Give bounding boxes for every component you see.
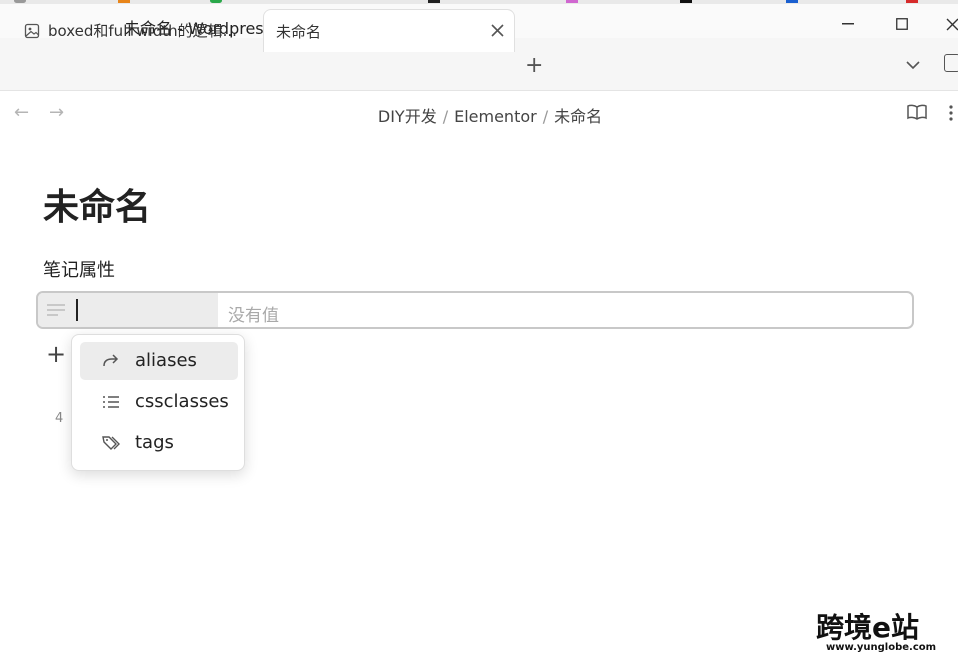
- close-window-button[interactable]: [932, 10, 958, 38]
- list-icon: [103, 396, 119, 408]
- property-value-input[interactable]: 没有值: [228, 301, 279, 326]
- bookmark-icon: [680, 0, 692, 3]
- bookmark-icon: [118, 0, 130, 3]
- suggestion-item-tags[interactable]: tags: [80, 424, 238, 462]
- property-key-input[interactable]: [38, 293, 218, 327]
- bookmark-icon: [428, 0, 440, 3]
- breadcrumb-separator: /: [542, 107, 549, 126]
- tab-untitled[interactable]: 未命名: [263, 9, 515, 52]
- suggestion-label: aliases: [135, 350, 197, 371]
- property-suggestion-menu: aliases cssclasses tags: [71, 334, 245, 471]
- arrow-right-icon: [103, 354, 119, 367]
- close-icon: [491, 24, 504, 37]
- note-title[interactable]: 未命名: [43, 178, 151, 230]
- tags-icon: [102, 436, 120, 450]
- properties-heading[interactable]: 笔记属性: [43, 256, 115, 282]
- text-caret: [76, 299, 78, 321]
- minimize-button[interactable]: [828, 10, 868, 38]
- bookmark-icon: [566, 0, 578, 3]
- bookmark-icon: [210, 0, 222, 3]
- minimize-icon: [842, 23, 854, 25]
- bookmark-icon: [14, 0, 26, 3]
- property-row[interactable]: 没有值: [36, 291, 914, 329]
- new-tab-button[interactable]: +: [525, 53, 543, 78]
- bookmark-icon: [906, 0, 918, 3]
- watermark-url: www.yunglobe.com: [826, 642, 937, 653]
- close-icon: [946, 18, 958, 30]
- suggestion-label: tags: [135, 432, 174, 453]
- tab-list-button[interactable]: [905, 55, 921, 74]
- reading-view-button[interactable]: [906, 103, 928, 125]
- breadcrumb: DIY开发 / Elementor / 未命名: [0, 103, 958, 127]
- watermark-logo-text: 跨境e站: [816, 611, 919, 644]
- watermark: 跨境e站 www.yunglobe.com: [816, 606, 946, 656]
- tab-boxed-full-width[interactable]: boxed和full width的逻辑...: [14, 9, 262, 52]
- breadcrumb-item-current[interactable]: 未命名: [554, 107, 602, 126]
- breadcrumb-separator: /: [442, 107, 449, 126]
- sidebar-toggle-button[interactable]: [944, 54, 958, 72]
- close-tab-button[interactable]: [491, 20, 504, 40]
- image-icon: [24, 23, 40, 38]
- tab-label: 未命名: [276, 22, 322, 41]
- add-property-button[interactable]: +: [46, 342, 66, 366]
- chevron-down-icon: [906, 61, 920, 70]
- more-vertical-icon: [949, 105, 953, 121]
- tab-label: boxed和full width的逻辑...: [48, 22, 237, 40]
- more-options-button[interactable]: [948, 104, 954, 125]
- text-lines-icon: [47, 304, 65, 316]
- breadcrumb-item[interactable]: Elementor: [454, 107, 537, 126]
- book-open-icon: [907, 104, 927, 120]
- breadcrumb-item[interactable]: DIY开发: [378, 107, 437, 126]
- suggestion-label: cssclasses: [135, 391, 229, 412]
- suggestion-item-cssclasses[interactable]: cssclasses: [80, 383, 238, 421]
- maximize-button[interactable]: [882, 10, 922, 38]
- bookmark-icon: [786, 0, 798, 3]
- maximize-icon: [896, 18, 908, 30]
- count-label: 4: [55, 411, 64, 426]
- suggestion-item-aliases[interactable]: aliases: [80, 342, 238, 380]
